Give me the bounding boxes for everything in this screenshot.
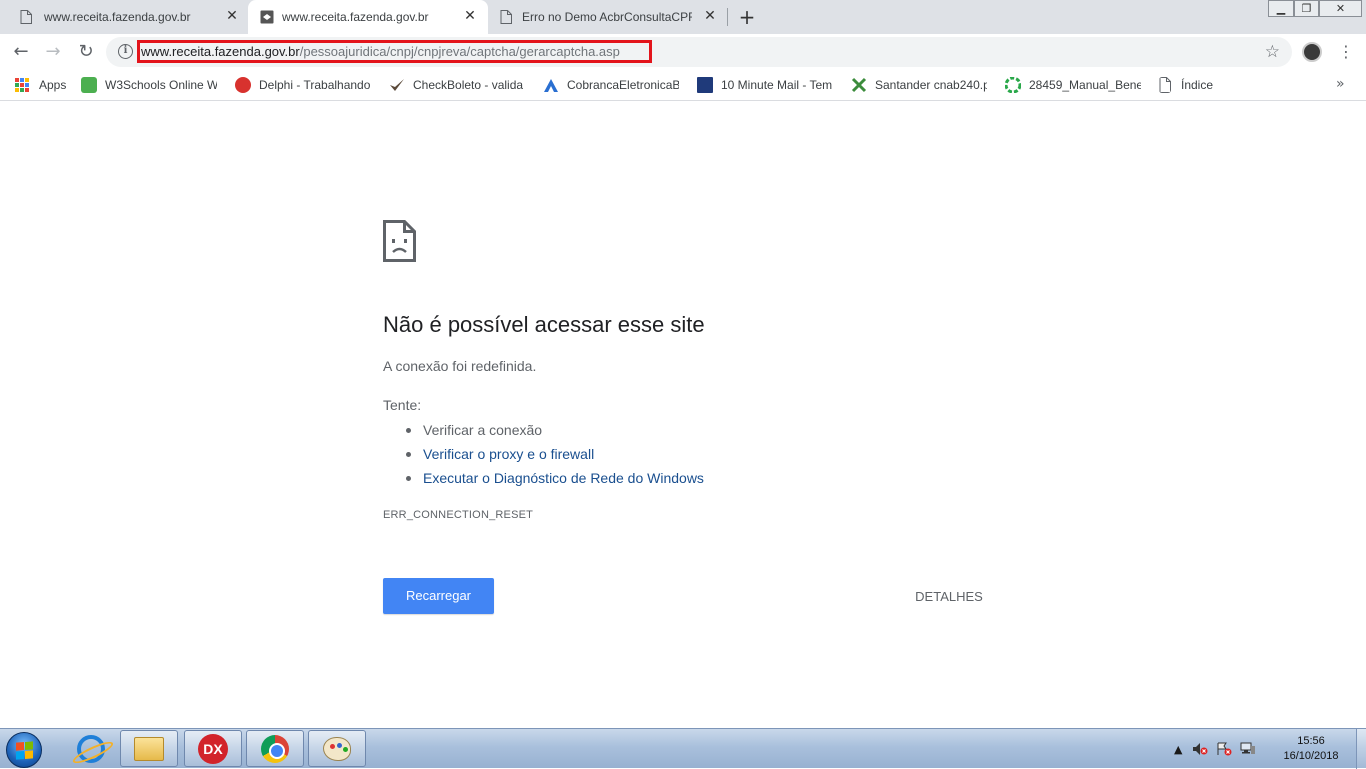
close-window-button[interactable]: ✕ <box>1319 0 1362 17</box>
volume-muted-icon[interactable] <box>1192 742 1208 756</box>
minimize-button[interactable]: ▁ <box>1268 0 1294 17</box>
network-icon[interactable] <box>1240 742 1256 756</box>
restore-button[interactable]: ❐ <box>1294 0 1319 17</box>
tab-title: www.receita.fazenda.gov.br <box>44 10 191 24</box>
tab-strip: www.receita.fazenda.gov.br ✕ www.receita… <box>0 0 1366 34</box>
tab-close-button[interactable]: ✕ <box>702 8 718 24</box>
suggestion-check-connection: Verificar a conexão <box>404 420 704 444</box>
paint-palette-icon <box>323 736 351 761</box>
windows-taskbar: DX ▲ 15:56 16/10/2018 <box>0 728 1366 769</box>
w3schools-icon <box>81 77 97 93</box>
tab-title: www.receita.fazenda.gov.br <box>282 10 429 24</box>
back-button[interactable]: ← <box>9 41 33 63</box>
show-desktop-button[interactable] <box>1356 729 1366 769</box>
error-title: Não é possível acessar esse site <box>383 312 705 337</box>
browser-toolbar: ← → ↻ i www.receita.fazenda.gov.br/pesso… <box>0 34 1366 70</box>
profile-avatar[interactable] <box>1302 42 1322 62</box>
bookmarks-bar: Apps W3Schools Online W Delphi - Trabalh… <box>0 70 1366 101</box>
show-hidden-icons-arrow[interactable]: ▲ <box>1174 743 1182 756</box>
info-icon[interactable]: i <box>118 44 133 59</box>
taskbar-paint[interactable] <box>308 730 366 767</box>
tab-separator <box>727 8 728 26</box>
sad-page-icon <box>383 220 416 262</box>
system-tray: ▲ <box>1174 739 1256 759</box>
bookmark-w3schools[interactable]: W3Schools Online W <box>81 76 217 94</box>
bookmark-label: Delphi - Trabalhando <box>259 78 371 92</box>
bookmark-checkboleto[interactable]: CheckBoleto - valida <box>389 76 525 94</box>
clock-date: 16/10/2018 <box>1283 750 1339 762</box>
bookmark-label: Santander cnab240.p <box>875 78 987 92</box>
bookmark-label: Índice <box>1181 78 1214 92</box>
santander-icon <box>851 77 867 93</box>
delphi-icon <box>235 77 251 93</box>
apps-grid-icon <box>15 78 29 92</box>
bookmark-label: W3Schools Online W <box>105 78 217 92</box>
tab-close-button[interactable]: ✕ <box>462 8 478 24</box>
url-path: /pessoajuridica/cnpj/cnpjreva/captcha/ge… <box>299 44 620 59</box>
bookmark-label: 10 Minute Mail - Tem <box>721 78 833 92</box>
tab-2[interactable]: www.receita.fazenda.gov.br ✕ <box>248 0 488 34</box>
start-button[interactable] <box>6 732 42 768</box>
forward-button[interactable]: → <box>41 41 65 63</box>
tab-close-button[interactable]: ✕ <box>224 8 240 24</box>
bookmark-10minutemail[interactable]: 10 Minute Mail - Tem <box>697 76 833 94</box>
clock-time: 15:56 <box>1297 735 1325 747</box>
suggestion-proxy-firewall-link[interactable]: Verificar o proxy e o firewall <box>404 444 704 468</box>
tab-title: Erro no Demo AcbrConsultaCPF <box>522 10 692 24</box>
bookmark-apps[interactable]: Apps <box>15 76 75 94</box>
reload-page-button[interactable]: Recarregar <box>383 578 494 614</box>
taskbar-internet-explorer[interactable] <box>62 730 120 767</box>
new-tab-button[interactable]: + <box>737 7 757 27</box>
page-icon <box>1159 77 1171 93</box>
taskbar-windows-explorer[interactable] <box>120 730 178 767</box>
reload-button[interactable]: ↻ <box>74 41 98 63</box>
bookmark-indice[interactable]: Índice <box>1159 76 1239 94</box>
bookmark-manual[interactable]: 28459_Manual_Benef <box>1005 76 1141 94</box>
page-icon <box>500 10 512 24</box>
bookmark-label: CobrancaEletronicaB <box>567 78 679 92</box>
suggestion-network-diagnostics-link[interactable]: Executar o Diagnóstico de Rede do Window… <box>404 468 704 492</box>
mail-icon <box>697 77 713 93</box>
details-button[interactable]: DETALHES <box>908 586 990 608</box>
bookmark-delphi[interactable]: Delphi - Trabalhando <box>235 76 371 94</box>
bookmarks-overflow-button[interactable]: » <box>1336 76 1345 92</box>
tab-3[interactable]: Erro no Demo AcbrConsultaCPF ✕ <box>488 0 728 34</box>
page-content: Não é possível acessar esse site A conex… <box>0 102 1366 728</box>
bookmark-star-icon[interactable]: ☆ <box>1265 42 1280 62</box>
bookmark-cobranca[interactable]: CobrancaEletronicaB <box>543 76 679 94</box>
url-host: www.receita.fazenda.gov.br <box>141 44 300 59</box>
bradesco-icon <box>544 79 558 92</box>
menu-icon[interactable]: ⋮ <box>1338 42 1354 62</box>
chrome-icon <box>261 734 289 763</box>
error-code: ERR_CONNECTION_RESET <box>383 509 534 521</box>
page-icon <box>20 10 32 24</box>
taskbar-delphi[interactable]: DX <box>184 730 242 767</box>
pinwheel-icon <box>1005 77 1021 93</box>
folder-icon <box>134 736 164 761</box>
taskbar-clock[interactable]: 15:56 16/10/2018 <box>1276 734 1346 764</box>
url-text[interactable]: www.receita.fazenda.gov.br/pessoajuridic… <box>141 44 620 59</box>
taskbar-chrome[interactable] <box>246 730 304 767</box>
internet-explorer-icon <box>77 734 105 763</box>
receita-favicon-icon <box>260 10 274 24</box>
tab-1[interactable]: www.receita.fazenda.gov.br ✕ <box>0 0 248 34</box>
bookmark-label: 28459_Manual_Benef <box>1029 78 1141 92</box>
bookmark-label: Apps <box>39 78 67 92</box>
action-center-flag-icon[interactable] <box>1216 742 1232 756</box>
try-label: Tente: <box>383 397 422 413</box>
error-description: A conexão foi redefinida. <box>383 358 537 374</box>
address-bar[interactable]: i www.receita.fazenda.gov.br/pessoajurid… <box>106 37 1292 67</box>
bookmark-label: CheckBoleto - valida <box>413 78 524 92</box>
delphi-xe-icon: DX <box>198 733 228 764</box>
bookmark-santander[interactable]: Santander cnab240.p <box>851 76 987 94</box>
windows-logo-icon <box>16 741 33 760</box>
checkmark-icon <box>390 79 404 91</box>
suggestion-list: Verificar a conexão Verificar o proxy e … <box>404 420 704 492</box>
